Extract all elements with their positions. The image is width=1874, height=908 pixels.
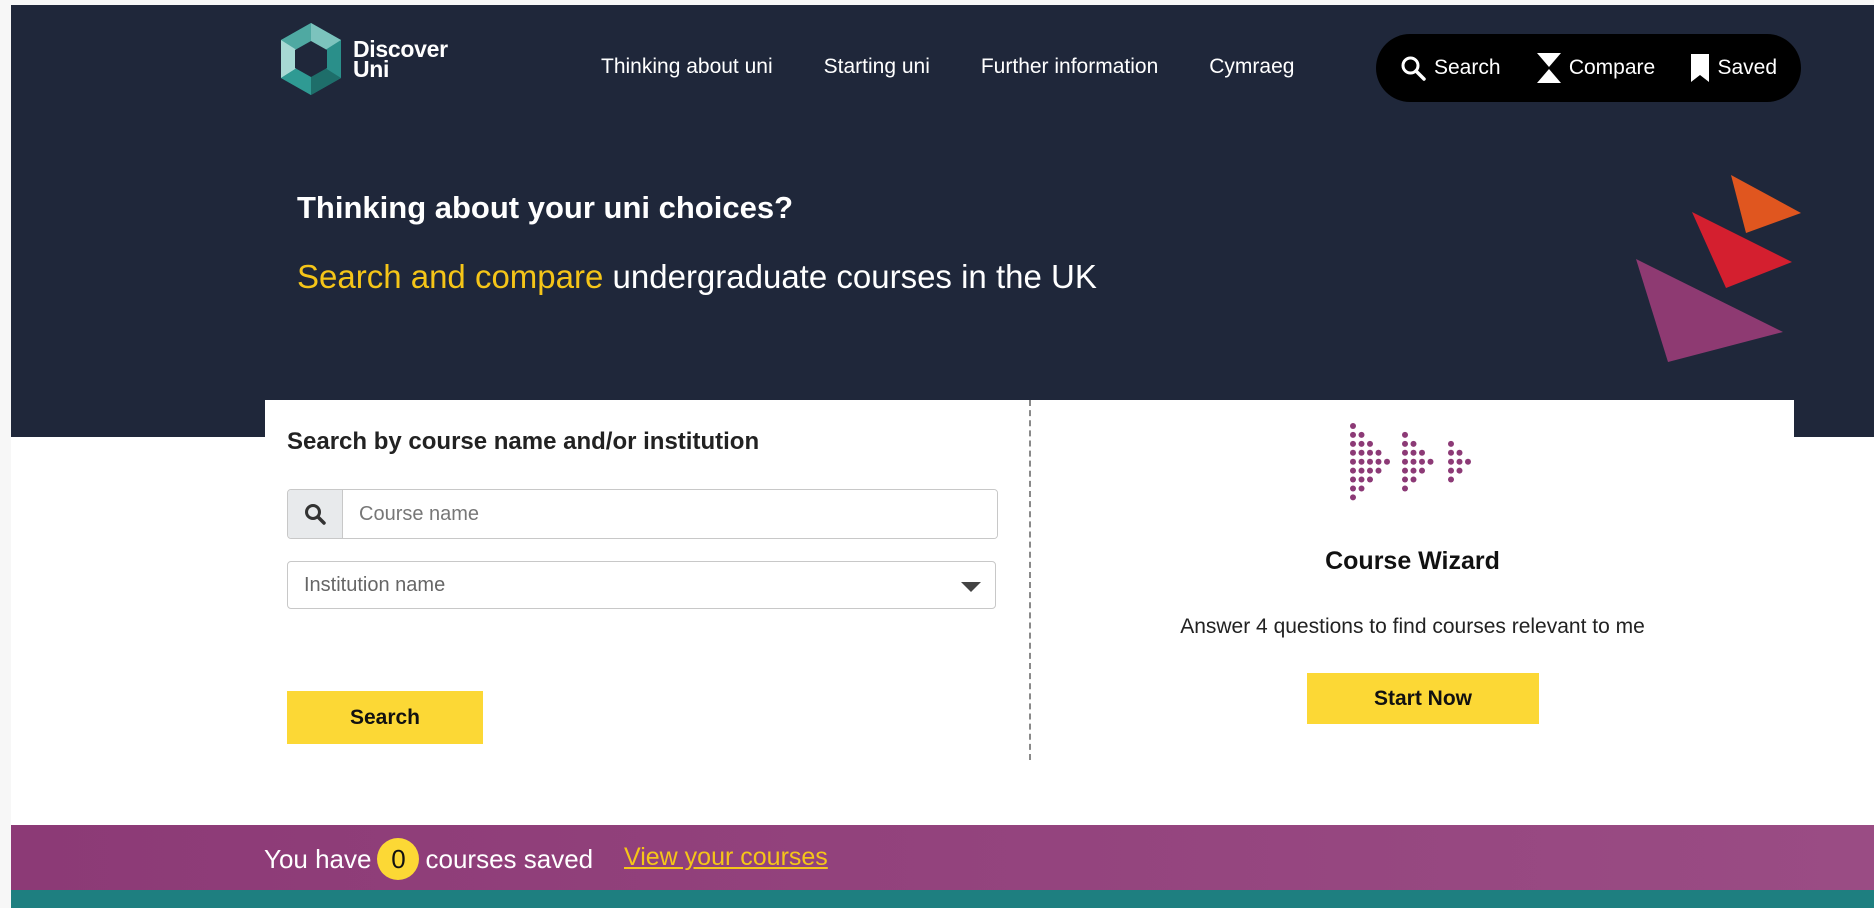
- saved-count-badge: 0: [377, 838, 420, 880]
- course-search-field: [287, 489, 998, 539]
- institution-select-placeholder: Institution name: [304, 573, 446, 596]
- course-search-panel: Search by course name and/or institution…: [265, 400, 1029, 770]
- saved-courses-text: You have 0 courses saved: [264, 838, 593, 880]
- search-icon: [1401, 56, 1426, 81]
- bookmark-icon: [1691, 54, 1710, 82]
- wizard-description: Answer 4 questions to find courses relev…: [1180, 615, 1645, 638]
- course-wizard-panel: Course Wizard Answer 4 questions to find…: [1031, 400, 1794, 770]
- nav-cymraeg[interactable]: Cymraeg: [1209, 55, 1294, 79]
- course-name-input[interactable]: [343, 490, 997, 538]
- search-card: Search by course name and/or institution…: [265, 400, 1794, 770]
- compare-tool-label: Compare: [1568, 56, 1656, 79]
- hero-title: Thinking about your uni choices?: [297, 190, 794, 225]
- decorative-triangles: [1636, 175, 1801, 362]
- saved-tool-button[interactable]: Saved: [1691, 54, 1777, 82]
- hero-subtitle: Search and compare undergraduate courses…: [297, 258, 1097, 296]
- hero-subtitle-rest: undergraduate courses in the UK: [603, 258, 1097, 295]
- saved-tool-label: Saved: [1717, 56, 1777, 79]
- search-icon: [288, 490, 343, 538]
- search-panel-title: Search by course name and/or institution: [287, 428, 760, 455]
- logo-line-2: Uni: [353, 56, 390, 82]
- chevron-down-icon: [961, 582, 981, 592]
- saved-prefix: You have: [264, 843, 372, 874]
- teal-footer-strip: [11, 890, 1874, 908]
- search-tool-button[interactable]: Search: [1400, 55, 1501, 81]
- compare-icon: [1536, 53, 1561, 83]
- institution-select[interactable]: Institution name: [287, 561, 996, 609]
- start-now-button[interactable]: Start Now: [1307, 673, 1539, 724]
- hero-header: Discover Uni Thinking about uni Starting…: [11, 5, 1874, 437]
- search-tool-label: Search: [1434, 56, 1501, 79]
- search-button[interactable]: Search: [287, 691, 483, 744]
- page: Discover Uni Thinking about uni Starting…: [11, 5, 1874, 908]
- tools-pill: Search Compare Saved: [1376, 34, 1801, 102]
- logo[interactable]: Discover Uni: [275, 21, 448, 97]
- hero-subtitle-accent: Search and compare: [297, 258, 604, 295]
- nav-further-information[interactable]: Further information: [981, 55, 1158, 79]
- nav-thinking-about-uni[interactable]: Thinking about uni: [601, 55, 773, 79]
- nav-starting-uni[interactable]: Starting uni: [824, 55, 930, 79]
- compare-tool-button[interactable]: Compare: [1536, 53, 1656, 83]
- wizard-dots-icon: [1350, 423, 1471, 501]
- saved-courses-bar: You have 0 courses saved View your cours…: [11, 825, 1874, 890]
- saved-suffix: courses saved: [425, 843, 594, 874]
- view-courses-link[interactable]: View your courses: [624, 843, 828, 872]
- main-nav: Thinking about uni Starting uni Further …: [601, 55, 1294, 79]
- hexagon-logo-icon: [281, 23, 341, 95]
- wizard-title: Course Wizard: [1325, 547, 1500, 575]
- left-gutter: [0, 0, 11, 908]
- logo-text: Discover Uni: [353, 38, 448, 82]
